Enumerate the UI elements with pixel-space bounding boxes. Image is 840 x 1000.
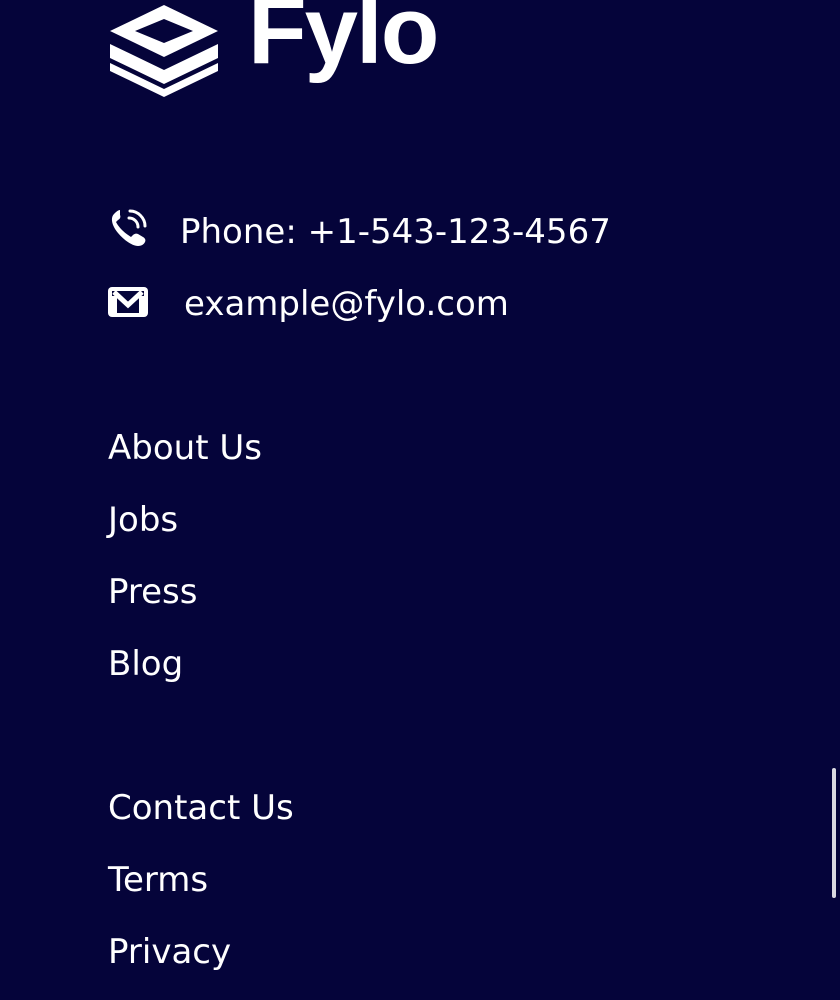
email-text: example@fylo.com bbox=[184, 284, 509, 324]
footer-link-item: Terms bbox=[108, 856, 294, 928]
mail-icon bbox=[108, 287, 148, 317]
footer-link-item: Press bbox=[108, 568, 262, 640]
brand-name: Fylo bbox=[248, 0, 439, 84]
about-us-link[interactable]: About Us bbox=[108, 424, 262, 472]
phone-icon bbox=[111, 209, 147, 246]
footer-links-secondary: Contact Us Terms Privacy bbox=[108, 784, 294, 1000]
email-contact: example@fylo.com bbox=[108, 284, 509, 324]
scrollbar-thumb[interactable] bbox=[832, 768, 836, 898]
footer-link-item: Blog bbox=[108, 640, 262, 712]
footer-links-primary: About Us Jobs Press Blog bbox=[108, 424, 262, 712]
blog-link[interactable]: Blog bbox=[108, 640, 183, 688]
fylo-logo[interactable]: Fylo bbox=[108, 0, 439, 103]
phone-contact: Phone: +1-543-123-4567 bbox=[108, 208, 611, 252]
footer-link-item: Jobs bbox=[108, 496, 262, 568]
privacy-link[interactable]: Privacy bbox=[108, 928, 231, 976]
phone-text: Phone: +1-543-123-4567 bbox=[180, 212, 611, 252]
terms-link[interactable]: Terms bbox=[108, 856, 208, 904]
footer-link-item: About Us bbox=[108, 424, 262, 496]
press-link[interactable]: Press bbox=[108, 568, 197, 616]
stacked-layers-icon bbox=[110, 5, 218, 97]
footer: Fylo Phone: +1-543-123-4567 example@fylo… bbox=[0, 0, 840, 972]
jobs-link[interactable]: Jobs bbox=[108, 496, 178, 544]
footer-link-item: Contact Us bbox=[108, 784, 294, 856]
contact-us-link[interactable]: Contact Us bbox=[108, 784, 294, 832]
footer-link-item: Privacy bbox=[108, 928, 294, 1000]
